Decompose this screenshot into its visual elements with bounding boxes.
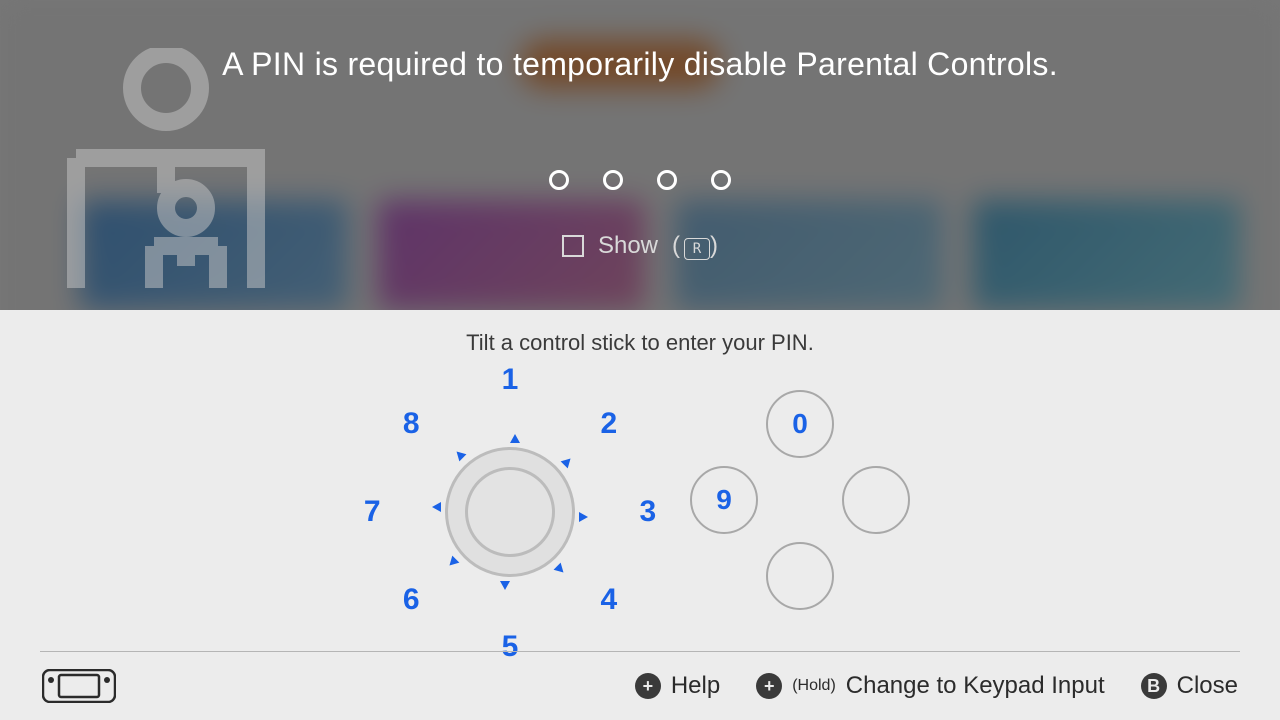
plus-icon: + bbox=[635, 673, 661, 699]
pin-dot bbox=[603, 170, 623, 190]
dial-1: 1 bbox=[502, 363, 519, 397]
pin-dot bbox=[711, 170, 731, 190]
pin-prompt-title: A PIN is required to temporarily disable… bbox=[0, 46, 1280, 83]
show-label: Show bbox=[598, 232, 658, 260]
face-button-top[interactable]: 0 bbox=[766, 390, 834, 458]
dial-6: 6 bbox=[403, 583, 420, 617]
dial-2: 2 bbox=[600, 407, 617, 441]
dial-3: 3 bbox=[639, 495, 656, 529]
dial-4: 4 bbox=[600, 583, 617, 617]
close-button[interactable]: B Close bbox=[1141, 672, 1238, 700]
dial-7: 7 bbox=[364, 495, 381, 529]
checkbox-icon bbox=[562, 235, 584, 257]
pin-dots bbox=[0, 170, 1280, 190]
r-button-icon: R bbox=[684, 238, 710, 260]
show-pin-toggle[interactable]: Show (R) bbox=[0, 232, 1280, 260]
face-button-bottom[interactable] bbox=[766, 542, 834, 610]
dial-8: 8 bbox=[403, 407, 420, 441]
footer-bar: + Help + (Hold) Change to Keypad Input B… bbox=[0, 652, 1280, 720]
pin-dot bbox=[549, 170, 569, 190]
help-label: Help bbox=[671, 672, 720, 700]
instruction-text: Tilt a control stick to enter your PIN. bbox=[0, 330, 1280, 356]
close-label: Close bbox=[1177, 672, 1238, 700]
stick-ring-icon bbox=[445, 447, 575, 577]
control-stick-dial[interactable]: 1 2 3 4 5 6 7 8 bbox=[380, 382, 640, 642]
hold-prefix: (Hold) bbox=[792, 677, 836, 695]
face-button-left[interactable]: 9 bbox=[690, 466, 758, 534]
controller-icon bbox=[42, 669, 116, 703]
b-button-icon: B bbox=[1141, 673, 1167, 699]
change-label: Change to Keypad Input bbox=[846, 672, 1105, 700]
help-button[interactable]: + Help bbox=[635, 672, 720, 700]
face-button-cluster: 0 9 bbox=[680, 390, 920, 630]
face-button-right[interactable] bbox=[842, 466, 910, 534]
change-to-keypad-button[interactable]: + (Hold) Change to Keypad Input bbox=[756, 672, 1104, 700]
pin-dot bbox=[657, 170, 677, 190]
plus-icon: + bbox=[756, 673, 782, 699]
